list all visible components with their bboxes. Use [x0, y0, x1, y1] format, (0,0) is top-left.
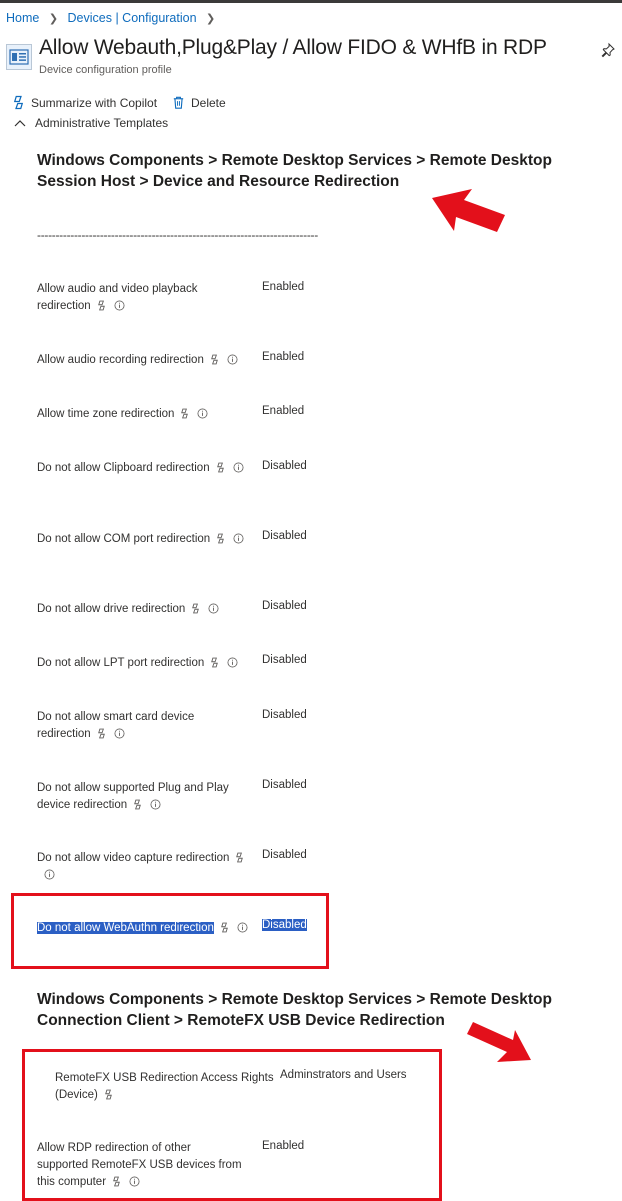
info-icon[interactable]	[197, 408, 208, 419]
delete-label: Delete	[191, 95, 226, 110]
setting-value-webauthn: Disabled	[262, 919, 307, 931]
summarize-copilot-label: Summarize with Copilot	[31, 95, 158, 110]
setting-label: Allow time zone redirection	[37, 406, 262, 423]
setting-label: RemoteFX USB Redirection Access Rights (…	[55, 1072, 274, 1101]
copilot-icon[interactable]	[96, 300, 107, 311]
setting-label-webauthn: Do not allow WebAuthn redirection	[37, 920, 257, 937]
top-bar	[0, 0, 622, 3]
info-icon[interactable]	[227, 354, 238, 365]
copilot-icon[interactable]	[209, 354, 220, 365]
setting-value: Enabled	[262, 351, 305, 363]
info-icon[interactable]	[129, 1176, 140, 1187]
copilot-icon[interactable]	[209, 657, 220, 668]
setting-label: Do not allow Clipboard redirection	[37, 460, 247, 477]
copilot-icon[interactable]	[234, 852, 245, 863]
breadcrumb: Home ❯ Devices | Configuration ❯	[6, 11, 221, 25]
chevron-right-icon: ❯	[48, 13, 59, 25]
info-icon[interactable]	[44, 869, 55, 880]
copilot-icon[interactable]	[96, 728, 107, 739]
setting-label: Do not allow LPT port redirection	[37, 655, 262, 672]
red-arrow-annotation	[432, 189, 505, 232]
setting-value: Disabled	[262, 779, 307, 791]
info-icon[interactable]	[114, 300, 125, 311]
setting-label: Allow RDP redirection of other supported…	[37, 1142, 242, 1188]
info-icon[interactable]	[227, 657, 238, 668]
breadcrumb-home[interactable]: Home	[6, 11, 39, 25]
chevron-up-icon	[14, 120, 26, 127]
setting-value: Disabled	[262, 849, 307, 861]
divider-line: ----------------------------------------…	[37, 228, 318, 242]
setting-value: Adminstrators and Users	[280, 1069, 407, 1081]
delete-button[interactable]: Delete	[171, 95, 226, 110]
page-title: Allow Webauth,Plug&Play / Allow FIDO & W…	[39, 36, 547, 59]
group-heading-session-host: Windows Components > Remote Desktop Serv…	[37, 152, 552, 190]
page-subtitle: Device configuration profile	[39, 64, 172, 76]
copilot-icon[interactable]	[111, 1176, 122, 1187]
setting-value: Disabled	[262, 600, 307, 612]
summarize-copilot-button[interactable]: Summarize with Copilot	[11, 95, 157, 110]
copilot-icon[interactable]	[215, 462, 226, 473]
copilot-icon	[13, 95, 24, 110]
breadcrumb-devices-configuration[interactable]: Devices | Configuration	[68, 11, 197, 25]
setting-value: Enabled	[262, 405, 305, 417]
setting-label: Do not allow COM port redirection	[37, 531, 252, 548]
setting-value: Disabled	[262, 709, 307, 721]
setting-label: Do not allow smart card device redirecti…	[37, 711, 195, 740]
red-arrow-annotation	[467, 1022, 531, 1062]
setting-value: Disabled	[262, 654, 307, 666]
setting-value: Disabled	[262, 530, 307, 542]
copilot-icon[interactable]	[219, 922, 230, 933]
copilot-icon[interactable]	[190, 603, 201, 614]
setting-label: Do not allow video capture redirection	[37, 850, 252, 884]
setting-label: Do not allow drive redirection	[37, 601, 262, 618]
copilot-icon[interactable]	[132, 799, 143, 810]
copilot-icon[interactable]	[215, 533, 226, 544]
setting-label: Allow audio recording redirection	[37, 352, 262, 369]
setting-value: Enabled	[262, 1140, 305, 1152]
info-icon[interactable]	[233, 533, 244, 544]
copilot-icon[interactable]	[179, 408, 190, 419]
setting-value: Disabled	[262, 460, 307, 472]
copilot-icon[interactable]	[103, 1089, 114, 1100]
setting-label: Do not allow supported Plug and Play dev…	[37, 782, 229, 811]
profile-icon	[6, 44, 32, 70]
section-label: Administrative Templates	[35, 116, 169, 130]
info-icon[interactable]	[237, 922, 248, 933]
administrative-templates-toggle[interactable]: Administrative Templates	[14, 116, 168, 130]
info-icon[interactable]	[208, 603, 219, 614]
pin-icon[interactable]	[600, 42, 616, 58]
info-icon[interactable]	[233, 462, 244, 473]
trash-icon	[173, 96, 184, 109]
info-icon[interactable]	[150, 799, 161, 810]
setting-label: Allow audio and video playback redirecti…	[37, 283, 198, 312]
info-icon[interactable]	[114, 728, 125, 739]
setting-value: Enabled	[262, 281, 305, 293]
chevron-right-icon: ❯	[206, 13, 216, 25]
